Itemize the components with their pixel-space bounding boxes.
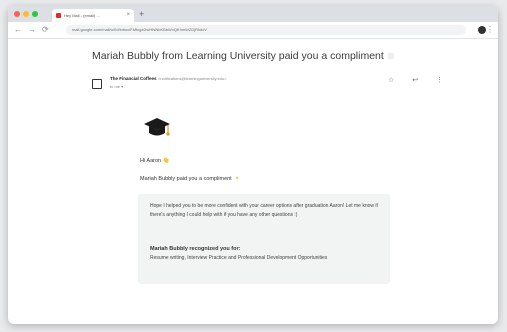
browser-menu-icon[interactable]: ⋮ <box>486 24 494 36</box>
address-bar[interactable]: mail.google.com/mail/u/0/#inbox/FMfcgzGw… <box>66 25 466 35</box>
email-greeting: Hi Aaron 👋 <box>140 158 170 164</box>
reload-button[interactable]: ⟳ <box>42 24 49 36</box>
recognized-title: Mariah Bubbly recognized you for: <box>150 246 241 252</box>
compliment-message: Hope I helped you to be more confident w… <box>150 203 378 218</box>
recipient-details[interactable]: to me ▾ <box>110 84 123 89</box>
intro-text: Mariah Bubbly paid you a compliment <box>140 176 232 182</box>
sender-name: The Financial Coffees <box>110 76 157 81</box>
close-window-icon[interactable] <box>14 11 20 17</box>
tab-title: Hey Mail - (email) ... <box>64 13 100 18</box>
gmail-favicon-icon <box>56 13 61 18</box>
profile-avatar-icon[interactable] <box>478 26 486 34</box>
recognized-skills: Resume writing, Interview Practice and P… <box>150 255 328 261</box>
close-tab-icon[interactable]: × <box>126 9 130 22</box>
sparkle-icon: ✦ <box>234 176 240 182</box>
browser-window: Hey Mail - (email) ... × + ← → ⟳ mail.go… <box>8 6 498 324</box>
new-tab-button[interactable]: + <box>139 8 144 20</box>
maximize-window-icon[interactable] <box>32 11 38 17</box>
email-actions[interactable]: ☆ ↩ ⋮ <box>388 76 451 84</box>
tab-mail[interactable]: Hey Mail - (email) ... × <box>52 9 134 22</box>
email-subject: Mariah Bubbly from Learning University p… <box>92 50 394 62</box>
label-icon[interactable] <box>387 53 394 60</box>
browser-toolbar: ← → ⟳ mail.google.com/mail/u/0/#inbox/FM… <box>8 22 498 39</box>
minimize-window-icon[interactable] <box>23 11 29 17</box>
compliment-intro: Mariah Bubbly paid you a compliment ✦ <box>140 176 239 182</box>
subject-text: Mariah Bubbly from Learning University p… <box>92 50 384 62</box>
sender-email: <notifications@learninguniversity.edu> <box>158 76 227 81</box>
tab-bar: Hey Mail - (email) ... × + <box>8 6 498 22</box>
compliment-card: Hope I helped you to be more confident w… <box>138 194 390 284</box>
sender-avatar-icon <box>92 79 102 89</box>
back-button[interactable]: ← <box>14 24 22 36</box>
graduation-cap-icon <box>144 118 170 136</box>
forward-button[interactable]: → <box>28 24 36 36</box>
